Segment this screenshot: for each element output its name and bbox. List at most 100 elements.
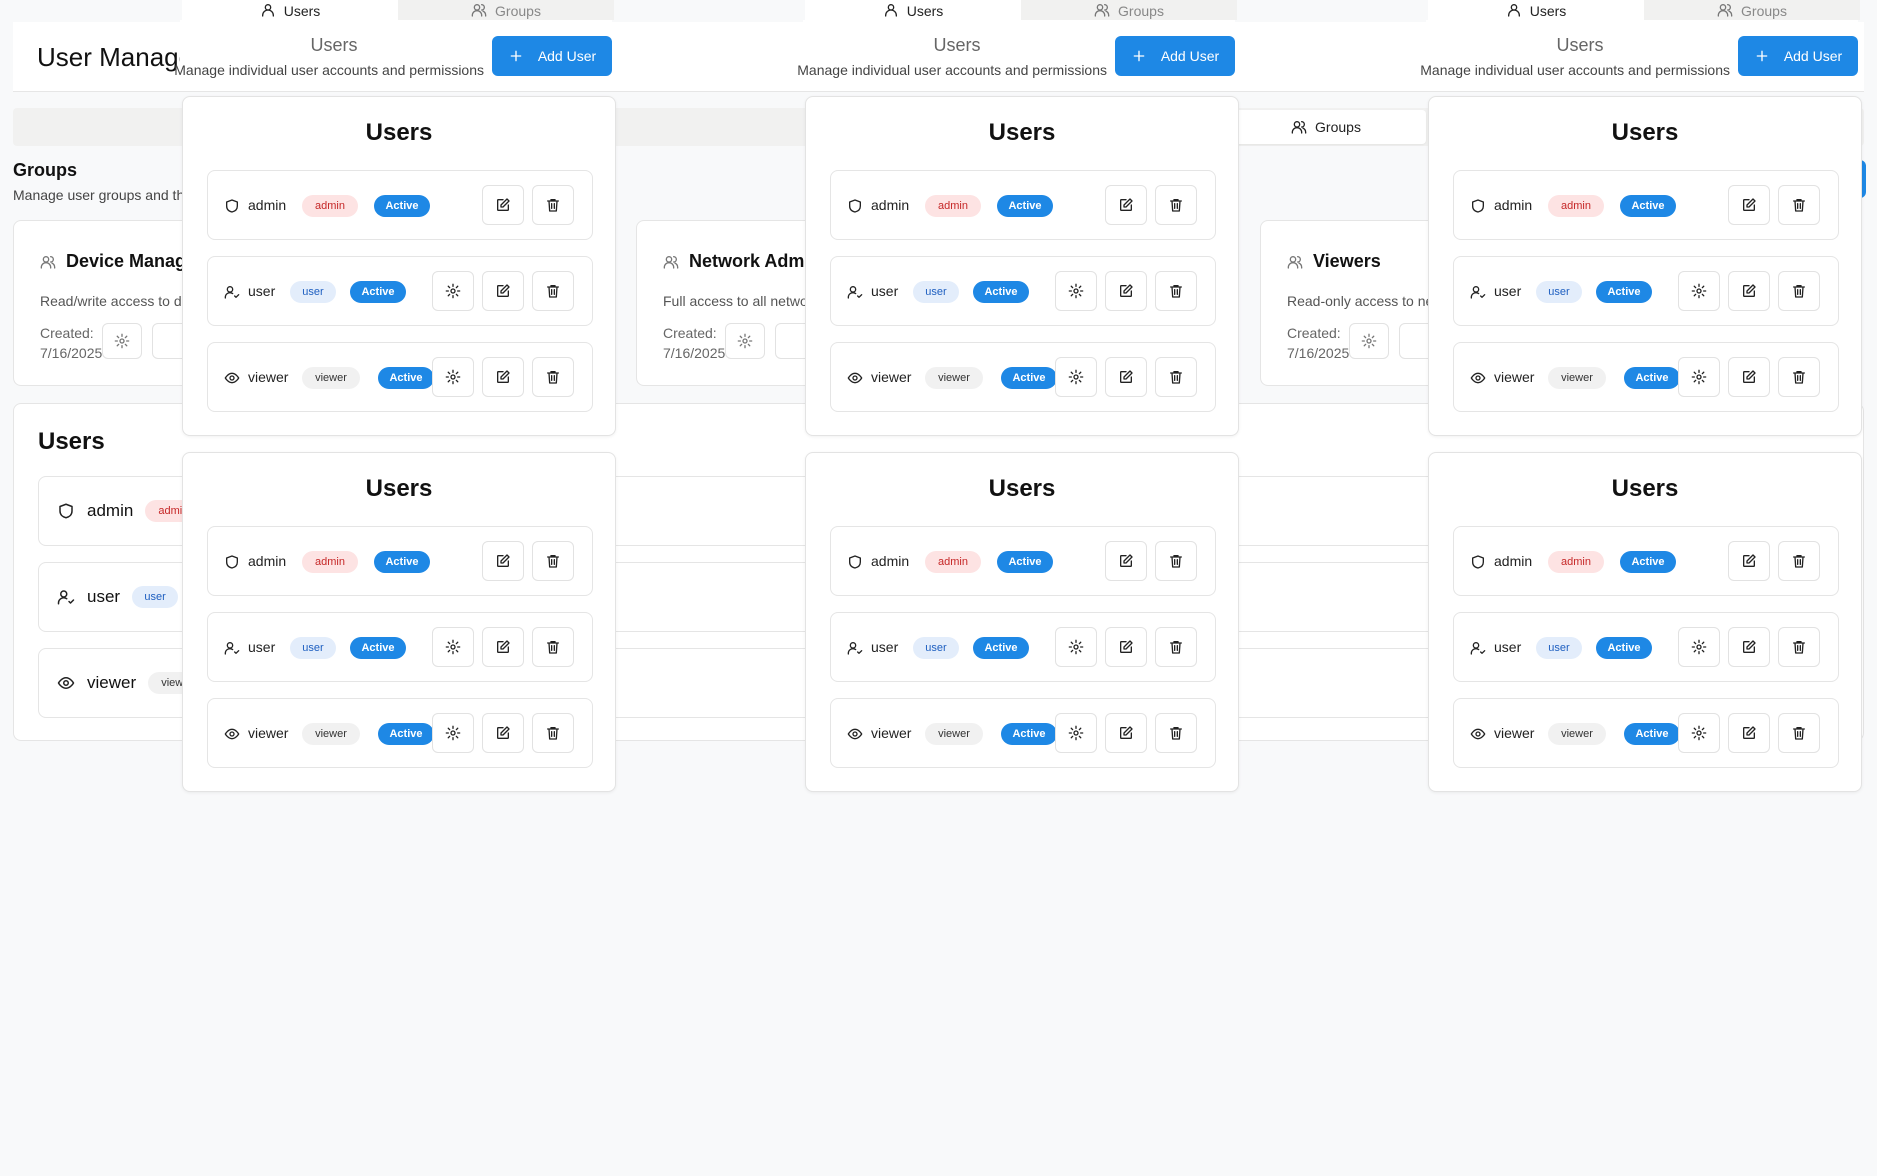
user-icon <box>1507 4 1520 17</box>
created-label: Created: <box>40 325 94 341</box>
users-panel: Users admin admin Active user user Active viewe… <box>805 96 1239 436</box>
edit-button[interactable] <box>1728 713 1770 753</box>
delete-button[interactable] <box>1155 627 1197 667</box>
edit-button[interactable] <box>482 627 524 667</box>
user-row: user user Active <box>207 612 593 682</box>
edit-button[interactable] <box>1105 541 1147 581</box>
permissions-button[interactable] <box>432 627 474 667</box>
role-badge: user <box>913 637 959 659</box>
delete-button[interactable] <box>1778 271 1820 311</box>
group-settings-button[interactable] <box>1349 323 1389 359</box>
tab-users[interactable]: Users <box>805 0 1021 20</box>
delete-button[interactable] <box>532 271 574 311</box>
delete-button[interactable] <box>1778 627 1820 667</box>
edit-button[interactable] <box>482 713 524 753</box>
user-name: viewer <box>248 725 289 741</box>
status-badge: Active <box>973 281 1029 303</box>
delete-button[interactable] <box>532 357 574 397</box>
plus-icon <box>510 50 522 62</box>
delete-button[interactable] <box>1778 713 1820 753</box>
trash-icon <box>1170 285 1182 298</box>
trash-icon <box>547 641 559 654</box>
status-badge: Active <box>1596 637 1652 659</box>
delete-button[interactable] <box>1778 541 1820 581</box>
tab-groups[interactable]: Groups <box>1021 0 1237 20</box>
permissions-button[interactable] <box>1055 357 1097 397</box>
add-user-button[interactable]: Add User <box>492 36 612 76</box>
delete-button[interactable] <box>1155 357 1197 397</box>
permissions-button[interactable] <box>1678 271 1720 311</box>
section-header: Users Manage individual user accounts and… <box>174 20 612 90</box>
edit-button[interactable] <box>1105 357 1147 397</box>
permissions-button[interactable] <box>432 357 474 397</box>
gear-icon <box>1691 639 1707 655</box>
user-name: admin <box>1494 197 1533 213</box>
tab-groups[interactable]: Groups <box>398 0 614 20</box>
delete-button[interactable] <box>1155 271 1197 311</box>
delete-button[interactable] <box>1155 185 1197 225</box>
permissions-button[interactable] <box>1055 271 1097 311</box>
delete-button[interactable] <box>532 185 574 225</box>
edit-button[interactable] <box>482 271 524 311</box>
edit-button[interactable] <box>1105 271 1147 311</box>
trash-icon <box>547 555 559 568</box>
permissions-button[interactable] <box>1055 627 1097 667</box>
gear-icon <box>737 333 753 349</box>
users-icon <box>663 255 679 269</box>
user-check-icon <box>57 590 75 605</box>
group-settings-button[interactable] <box>725 323 765 359</box>
delete-button[interactable] <box>532 713 574 753</box>
permissions-button[interactable] <box>1678 627 1720 667</box>
gear-icon <box>114 333 130 349</box>
trash-icon <box>1793 727 1805 740</box>
tab-users[interactable]: Users <box>182 0 398 20</box>
tab-users[interactable]: Users <box>1428 0 1644 20</box>
user-row: admin admin Active <box>830 526 1216 596</box>
edit-button[interactable] <box>1728 357 1770 397</box>
edit-icon <box>497 554 510 567</box>
edit-button[interactable] <box>1728 185 1770 225</box>
panel-title: Users <box>365 475 433 502</box>
user-row: admin admin Active <box>207 526 593 596</box>
permissions-button[interactable] <box>1678 713 1720 753</box>
delete-button[interactable] <box>1155 713 1197 753</box>
edit-button[interactable] <box>1728 541 1770 581</box>
gear-icon <box>1068 725 1084 741</box>
users-icon <box>1094 3 1110 17</box>
shield-icon <box>849 199 861 213</box>
role-badge: user <box>132 586 179 608</box>
group-name: Viewers <box>1287 251 1381 272</box>
edit-button[interactable] <box>482 357 524 397</box>
permissions-button[interactable] <box>432 713 474 753</box>
permissions-button[interactable] <box>432 271 474 311</box>
role-badge: admin <box>1548 195 1604 217</box>
tab-groups[interactable]: Groups <box>1226 110 1426 144</box>
user-name: admin <box>248 553 287 569</box>
delete-button[interactable] <box>532 627 574 667</box>
created-date: 7/16/2025 <box>40 345 103 361</box>
role-badge: user <box>913 281 959 303</box>
add-user-button[interactable]: Add User <box>1115 36 1235 76</box>
gear-icon <box>1361 333 1377 349</box>
edit-icon <box>1743 370 1756 383</box>
edit-button[interactable] <box>1728 271 1770 311</box>
delete-button[interactable] <box>532 541 574 581</box>
delete-button[interactable] <box>1778 357 1820 397</box>
edit-button[interactable] <box>1105 185 1147 225</box>
tab-groups-label: Groups <box>1741 3 1787 19</box>
edit-button[interactable] <box>482 185 524 225</box>
delete-button[interactable] <box>1778 185 1820 225</box>
group-settings-button[interactable] <box>102 323 142 359</box>
permissions-button[interactable] <box>1678 357 1720 397</box>
status-badge: Active <box>378 723 434 745</box>
permissions-button[interactable] <box>1055 713 1097 753</box>
add-user-button[interactable]: Add User <box>1738 36 1858 76</box>
edit-button[interactable] <box>1105 627 1147 667</box>
tab-groups-label: Groups <box>1315 119 1361 135</box>
edit-button[interactable] <box>482 541 524 581</box>
delete-button[interactable] <box>1155 541 1197 581</box>
tab-groups[interactable]: Groups <box>1644 0 1860 20</box>
edit-button[interactable] <box>1728 627 1770 667</box>
user-row: viewer viewer Active <box>830 698 1216 768</box>
edit-button[interactable] <box>1105 713 1147 753</box>
